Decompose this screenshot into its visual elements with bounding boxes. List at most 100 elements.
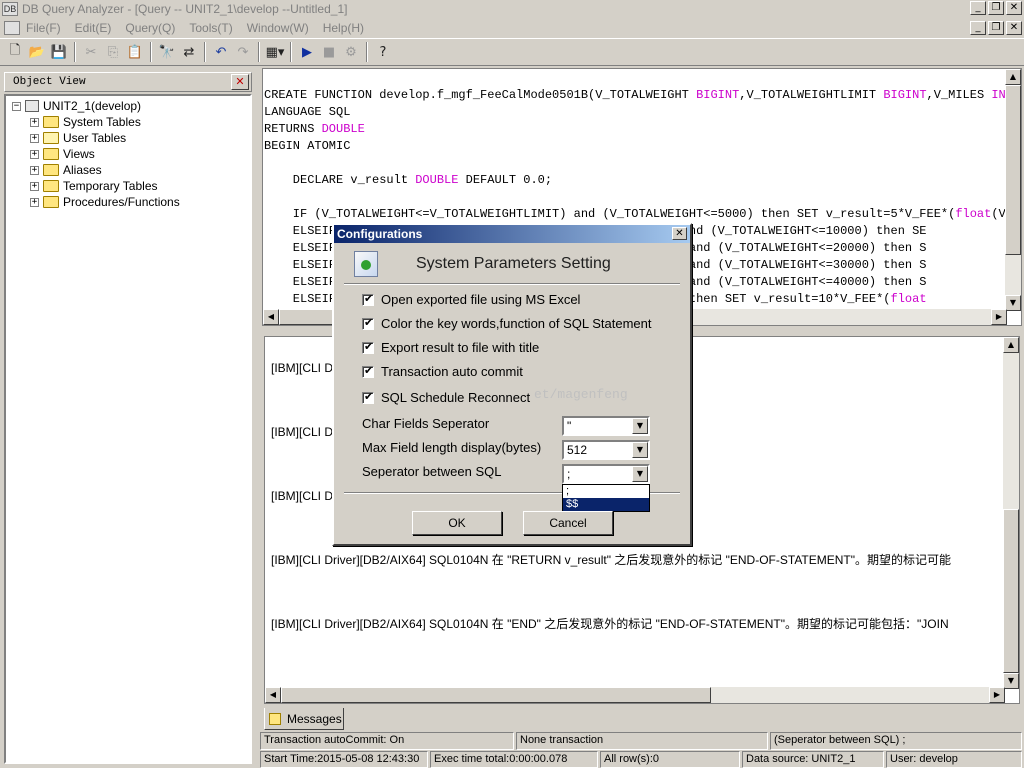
menu-window[interactable]: Window(W) xyxy=(247,21,317,35)
dropdown-option-selected[interactable]: $$ xyxy=(563,498,649,511)
scroll-down-icon[interactable]: ▼ xyxy=(1003,673,1019,689)
scroll-left-icon[interactable]: ◀ xyxy=(265,687,281,703)
char-sep-combo[interactable]: " ▼ xyxy=(562,416,650,436)
checkbox-checked[interactable] xyxy=(362,364,374,378)
checkbox-export-title[interactable]: Export result to file with title xyxy=(362,340,539,355)
sql-text: IF (V_TOTALWEIGHT<=V_TOTALWEIGHTLIMIT) a… xyxy=(264,207,956,221)
object-view-title: Object View xyxy=(13,76,86,88)
child-minimize-icon[interactable]: _ xyxy=(970,21,986,35)
save-icon[interactable]: 💾 xyxy=(48,41,70,63)
editor-vertical-scrollbar[interactable]: ▲ ▼ xyxy=(1005,69,1021,311)
expand-icon[interactable]: + xyxy=(30,133,39,143)
status-transaction: None transaction xyxy=(516,732,768,750)
messages-icon xyxy=(269,712,281,725)
cut-icon[interactable]: ✂ xyxy=(80,41,102,63)
execute-icon[interactable]: ▶ xyxy=(296,41,318,63)
cancel-button[interactable]: Cancel xyxy=(523,511,613,535)
tree-item-user-tables[interactable]: + User Tables xyxy=(12,130,250,146)
child-restore-icon[interactable]: ❐ xyxy=(988,21,1004,35)
paste-icon[interactable]: 📋 xyxy=(124,41,146,63)
sql-text: RETURNS xyxy=(264,122,322,136)
toolbar-separator xyxy=(150,42,152,62)
checkbox-open-excel[interactable]: Open exported file using MS Excel xyxy=(362,292,580,307)
code-line: IF (V_TOTALWEIGHT<=V_TOTALWEIGHTLIMIT) a… xyxy=(264,206,1007,223)
checkbox-checked[interactable] xyxy=(362,340,374,354)
child-close-icon[interactable]: ✕ xyxy=(1006,21,1022,35)
minimize-icon[interactable]: _ xyxy=(970,1,986,15)
menu-file[interactable]: File(F) xyxy=(26,21,69,35)
new-file-icon[interactable]: 🗋 xyxy=(4,41,26,63)
tab-messages[interactable]: Messages xyxy=(264,708,344,730)
tree-item-temporary-tables[interactable]: + Temporary Tables xyxy=(12,178,250,194)
menu-query[interactable]: Query(Q) xyxy=(125,21,183,35)
scroll-thumb[interactable] xyxy=(1005,85,1021,255)
tree-root[interactable]: − UNIT2_1(develop) xyxy=(12,98,250,114)
close-icon[interactable]: ✕ xyxy=(231,74,249,90)
ok-button[interactable]: OK xyxy=(412,511,502,535)
scroll-thumb[interactable] xyxy=(279,309,339,325)
tree-item-system-tables[interactable]: + System Tables xyxy=(12,114,250,130)
toolbar: 🗋 📂 💾 ✂ ⎘ 📋 🔭 ⇄ ↶ ↷ ▦▾ ▶ ■ ⚙ ? xyxy=(0,38,1024,66)
dropdown-option[interactable]: ; xyxy=(563,485,649,498)
messages-vertical-scrollbar[interactable]: ▲ ▼ xyxy=(1003,337,1019,689)
sql-sep-value: ; xyxy=(567,467,571,481)
expand-icon[interactable]: + xyxy=(30,197,39,207)
grid-results-icon[interactable]: ▦▾ xyxy=(264,41,286,63)
checkbox-reconnect[interactable]: SQL Schedule Reconnect xyxy=(362,390,530,405)
stop-icon[interactable]: ■ xyxy=(318,41,340,63)
checkbox-auto-commit[interactable]: Transaction auto commit xyxy=(362,364,523,379)
tree-item-aliases[interactable]: + Aliases xyxy=(12,162,250,178)
scroll-thumb[interactable] xyxy=(281,687,711,703)
divider xyxy=(344,283,680,285)
tree-item-label: Views xyxy=(63,147,95,161)
messages-horizontal-scrollbar[interactable]: ◀ ▶ xyxy=(265,687,1005,703)
scroll-left-icon[interactable]: ◀ xyxy=(263,309,279,325)
scroll-right-icon[interactable]: ▶ xyxy=(989,687,1005,703)
max-len-combo[interactable]: 512 ▼ xyxy=(562,440,650,460)
folder-icon xyxy=(43,196,59,208)
checkbox-checked[interactable] xyxy=(362,292,374,306)
menu-tools[interactable]: Tools(T) xyxy=(189,21,240,35)
expand-icon[interactable]: + xyxy=(30,117,39,127)
copy-icon[interactable]: ⎘ xyxy=(102,41,124,63)
configurations-dialog: Configurations ✕ System Parameters Setti… xyxy=(332,223,692,546)
document-icon[interactable] xyxy=(4,21,20,35)
checkbox-color-keywords[interactable]: Color the key words,function of SQL Stat… xyxy=(362,316,652,331)
window-title: DB Query Analyzer - [Query -- UNIT2_1\de… xyxy=(22,2,348,16)
scroll-up-icon[interactable]: ▲ xyxy=(1005,69,1021,85)
help-icon[interactable]: ? xyxy=(372,41,394,63)
scroll-up-icon[interactable]: ▲ xyxy=(1003,337,1019,353)
scroll-thumb[interactable] xyxy=(1003,509,1019,673)
dialog-title-bar: Configurations ✕ xyxy=(334,225,690,243)
sql-sep-dropdown-list[interactable]: ; $$ xyxy=(562,484,650,512)
close-icon[interactable]: ✕ xyxy=(672,227,687,240)
chevron-down-icon[interactable]: ▼ xyxy=(632,466,648,482)
expand-icon[interactable]: + xyxy=(30,181,39,191)
sql-keyword: DOUBLE xyxy=(415,173,459,187)
checkbox-checked[interactable] xyxy=(362,316,374,330)
menu-edit[interactable]: Edit(E) xyxy=(75,21,120,35)
expand-icon[interactable]: + xyxy=(30,149,39,159)
tree-item-procedures-functions[interactable]: + Procedures/Functions xyxy=(12,194,250,210)
scroll-down-icon[interactable]: ▼ xyxy=(1005,295,1021,311)
undo-icon[interactable]: ↶ xyxy=(210,41,232,63)
tree-item-views[interactable]: + Views xyxy=(12,146,250,162)
scroll-right-icon[interactable]: ▶ xyxy=(991,309,1007,325)
close-icon[interactable]: ✕ xyxy=(1006,1,1022,15)
sql-sep-combo[interactable]: ; ▼ xyxy=(562,464,650,484)
tree-item-label: Procedures/Functions xyxy=(63,195,180,209)
dialog-title: Configurations xyxy=(337,227,423,241)
menu-help[interactable]: Help(H) xyxy=(323,21,372,35)
parse-icon[interactable]: ⚙ xyxy=(340,41,362,63)
restore-icon[interactable]: ❐ xyxy=(988,1,1004,15)
find-icon[interactable]: 🔭 xyxy=(156,41,178,63)
open-folder-icon[interactable]: 📂 xyxy=(26,41,48,63)
chevron-down-icon[interactable]: ▼ xyxy=(632,418,648,434)
redo-icon[interactable]: ↷ xyxy=(232,41,254,63)
collapse-icon[interactable]: − xyxy=(12,101,21,111)
chevron-down-icon[interactable]: ▼ xyxy=(632,442,648,458)
sql-keyword: float xyxy=(955,207,992,221)
checkbox-checked[interactable] xyxy=(362,390,374,404)
expand-icon[interactable]: + xyxy=(30,165,39,175)
replace-icon[interactable]: ⇄ xyxy=(178,41,200,63)
